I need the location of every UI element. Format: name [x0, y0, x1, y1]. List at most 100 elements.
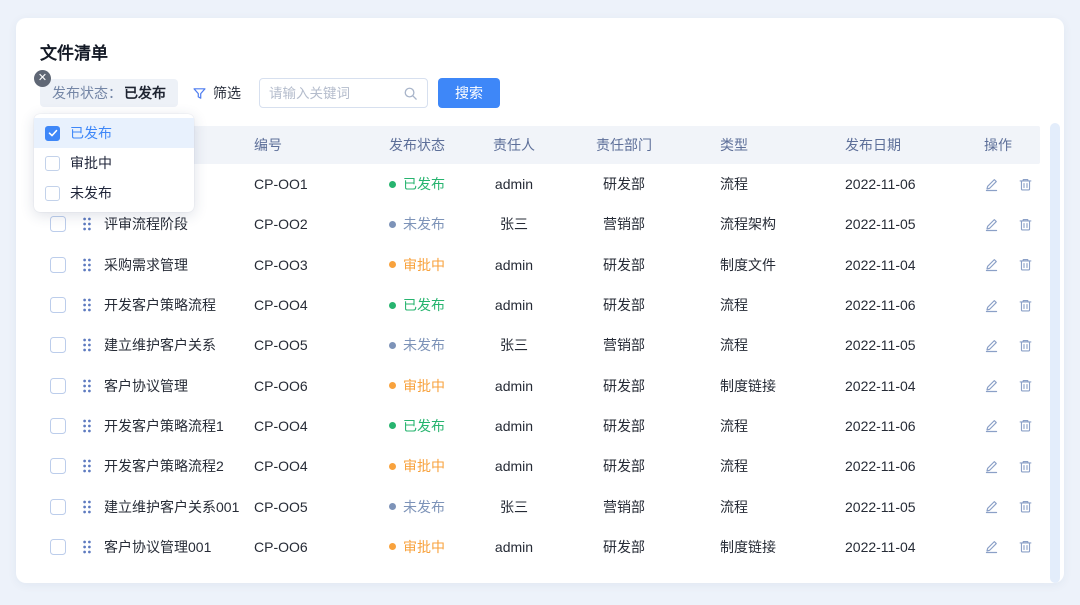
- delete-icon[interactable]: [1018, 418, 1033, 433]
- delete-icon[interactable]: [1018, 257, 1033, 272]
- toolbar: ✕ 发布状态： 已发布 已发布 审批中 未发布: [40, 78, 1040, 108]
- doc-type: 流程: [694, 456, 809, 476]
- checkbox-icon[interactable]: [45, 156, 60, 171]
- edit-icon[interactable]: [984, 298, 999, 313]
- row-checkbox[interactable]: [50, 378, 66, 394]
- row-checkbox[interactable]: [50, 257, 66, 273]
- doc-type: 制度链接: [694, 537, 809, 557]
- status-label: 已发布: [403, 295, 445, 315]
- publish-date: 2022-11-06: [809, 297, 944, 313]
- status-badge: 已发布: [389, 295, 474, 315]
- status-dot-icon: [389, 181, 396, 188]
- row-checkbox[interactable]: [50, 297, 66, 313]
- checkbox-icon[interactable]: [45, 186, 60, 201]
- edit-icon[interactable]: [984, 418, 999, 433]
- status-badge: 未发布: [389, 214, 474, 234]
- search-button[interactable]: 搜索: [438, 78, 500, 108]
- delete-icon[interactable]: [1018, 177, 1033, 192]
- row-checkbox[interactable]: [50, 539, 66, 555]
- file-code: CP-OO3: [254, 257, 389, 273]
- publish-date: 2022-11-05: [809, 216, 944, 232]
- file-code: CP-OO2: [254, 216, 389, 232]
- status-label: 审批中: [403, 537, 445, 557]
- dropdown-option[interactable]: 未发布: [34, 178, 194, 208]
- doc-type: 制度文件: [694, 255, 809, 275]
- owner: admin: [474, 176, 554, 192]
- filter-button[interactable]: 筛选: [192, 83, 241, 103]
- edit-icon[interactable]: [984, 257, 999, 272]
- filter-chip-wrap: ✕ 发布状态： 已发布 已发布 审批中 未发布: [40, 79, 178, 107]
- publish-date: 2022-11-04: [809, 257, 944, 273]
- department: 研发部: [554, 295, 694, 315]
- table-row: 客户协议管理001 CP-OO6 审批中 admin 研发部 制度链接 2022…: [40, 527, 1040, 567]
- row-checkbox[interactable]: [50, 499, 66, 515]
- scrollbar[interactable]: [1050, 123, 1060, 583]
- row-checkbox[interactable]: [50, 216, 66, 232]
- search-input[interactable]: [269, 86, 403, 101]
- filter-button-label: 筛选: [213, 83, 241, 103]
- drag-handle-icon[interactable]: [76, 258, 104, 272]
- department: 研发部: [554, 174, 694, 194]
- row-checkbox[interactable]: [50, 458, 66, 474]
- delete-icon[interactable]: [1018, 217, 1033, 232]
- status-dot-icon: [389, 221, 396, 228]
- table-row: 采购需求管理 CP-OO3 审批中 admin 研发部 制度文件 2022-11…: [40, 245, 1040, 285]
- drag-handle-icon[interactable]: [76, 459, 104, 473]
- edit-icon[interactable]: [984, 338, 999, 353]
- delete-icon[interactable]: [1018, 539, 1033, 554]
- file-name: 建立维护客户关系001: [104, 497, 254, 517]
- status-filter-dropdown: 已发布 审批中 未发布: [34, 114, 194, 212]
- department: 营销部: [554, 214, 694, 234]
- status-label: 审批中: [403, 376, 445, 396]
- edit-icon[interactable]: [984, 499, 999, 514]
- delete-icon[interactable]: [1018, 338, 1033, 353]
- delete-icon[interactable]: [1018, 298, 1033, 313]
- doc-type: 流程: [694, 416, 809, 436]
- drag-handle-icon[interactable]: [76, 217, 104, 231]
- drag-handle-icon[interactable]: [76, 419, 104, 433]
- owner: admin: [474, 539, 554, 555]
- dropdown-option-label: 未发布: [70, 183, 112, 203]
- filter-chip[interactable]: 发布状态： 已发布: [40, 79, 178, 107]
- delete-icon[interactable]: [1018, 378, 1033, 393]
- file-code: CP-OO1: [254, 176, 389, 192]
- file-code: CP-OO5: [254, 499, 389, 515]
- drag-handle-icon[interactable]: [76, 298, 104, 312]
- page-title: 文件清单: [40, 42, 1040, 66]
- file-name: 客户协议管理001: [104, 537, 254, 557]
- funnel-icon: [192, 86, 207, 101]
- clear-filter-button[interactable]: ✕: [34, 70, 51, 87]
- edit-icon[interactable]: [984, 177, 999, 192]
- file-code: CP-OO4: [254, 458, 389, 474]
- checkbox-icon[interactable]: [45, 126, 60, 141]
- file-code: CP-OO6: [254, 378, 389, 394]
- file-name: 客户协议管理: [104, 376, 254, 396]
- delete-icon[interactable]: [1018, 459, 1033, 474]
- file-code: CP-OO6: [254, 539, 389, 555]
- delete-icon[interactable]: [1018, 499, 1033, 514]
- drag-handle-icon[interactable]: [76, 379, 104, 393]
- dropdown-option[interactable]: 审批中: [34, 148, 194, 178]
- status-label: 已发布: [403, 416, 445, 436]
- edit-icon[interactable]: [984, 378, 999, 393]
- edit-icon[interactable]: [984, 217, 999, 232]
- drag-handle-icon[interactable]: [76, 540, 104, 554]
- drag-handle-icon[interactable]: [76, 338, 104, 352]
- status-label: 已发布: [403, 174, 445, 194]
- status-dot-icon: [389, 422, 396, 429]
- doc-type: 制度链接: [694, 376, 809, 396]
- edit-icon[interactable]: [984, 459, 999, 474]
- publish-date: 2022-11-06: [809, 418, 944, 434]
- status-dot-icon: [389, 382, 396, 389]
- status-badge: 审批中: [389, 537, 474, 557]
- owner: admin: [474, 418, 554, 434]
- doc-type: 流程架构: [694, 214, 809, 234]
- close-icon: ✕: [38, 72, 47, 84]
- file-code: CP-OO4: [254, 418, 389, 434]
- row-checkbox[interactable]: [50, 418, 66, 434]
- doc-type: 流程: [694, 497, 809, 517]
- row-checkbox[interactable]: [50, 337, 66, 353]
- drag-handle-icon[interactable]: [76, 500, 104, 514]
- edit-icon[interactable]: [984, 539, 999, 554]
- dropdown-option[interactable]: 已发布: [34, 118, 194, 148]
